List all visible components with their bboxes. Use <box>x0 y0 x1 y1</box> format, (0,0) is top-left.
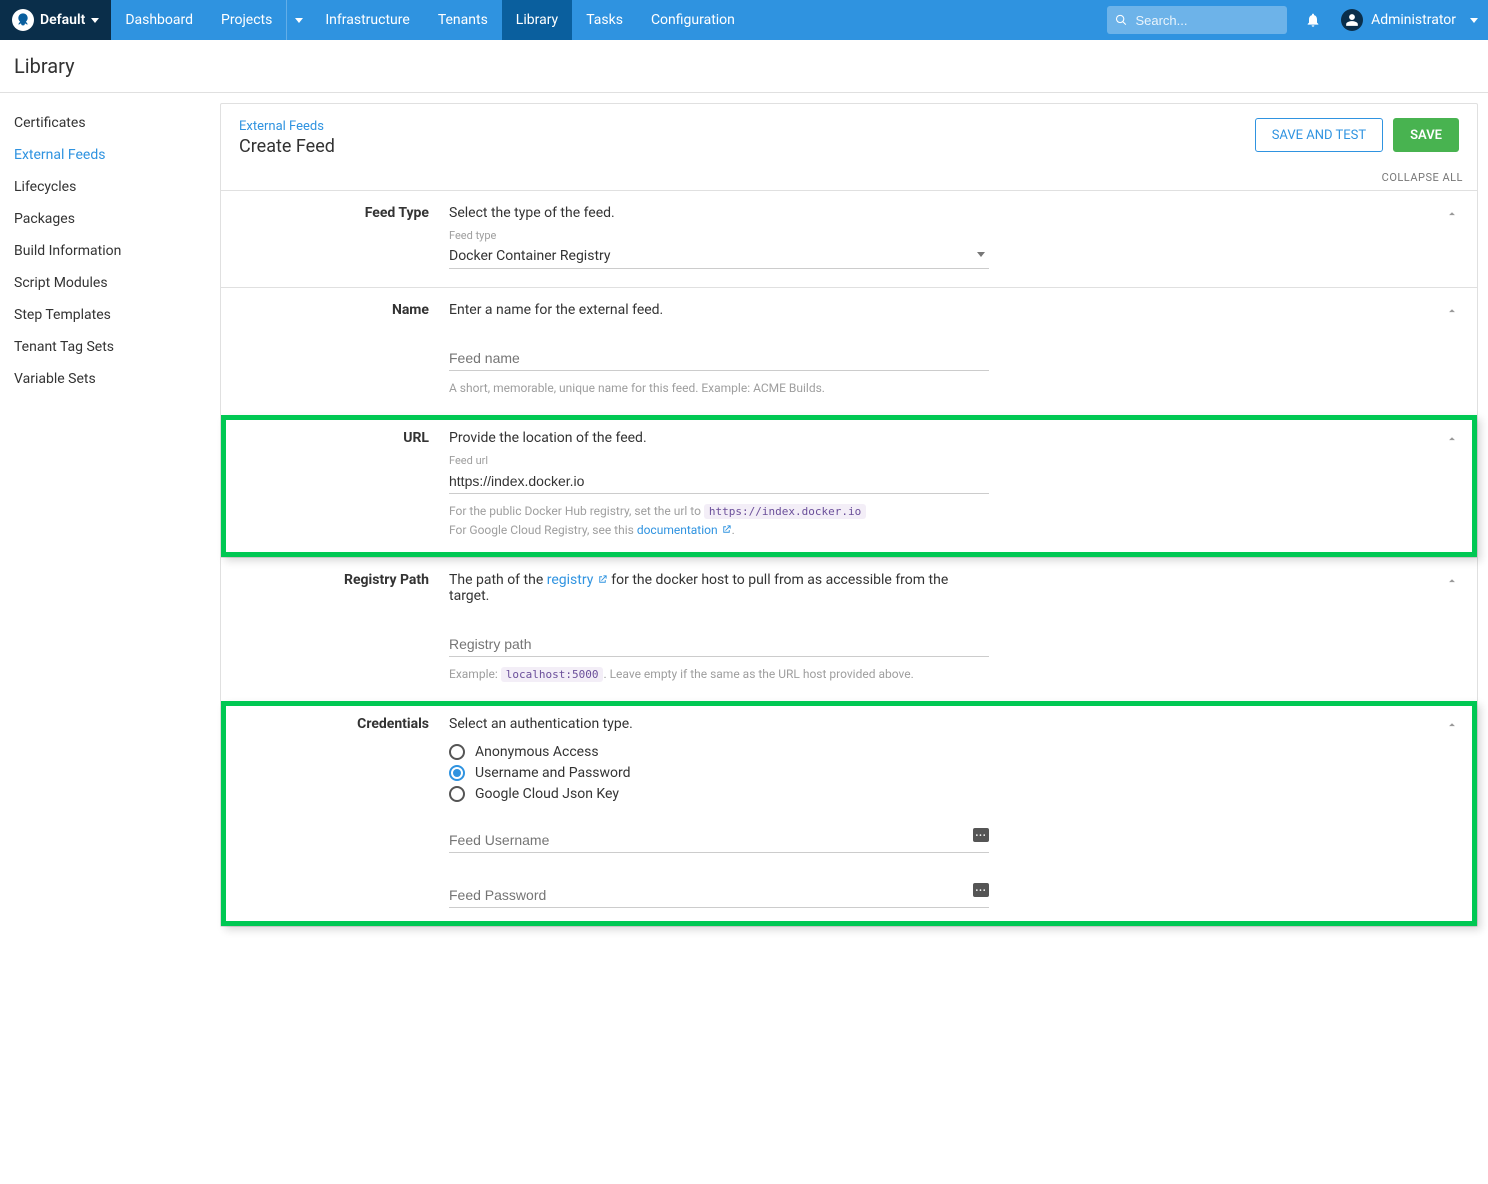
caret-down-icon <box>91 18 99 23</box>
save-and-test-button[interactable]: SAVE AND TEST <box>1255 118 1383 152</box>
nav-items: Dashboard Projects Infrastructure Tenant… <box>111 0 749 40</box>
radio-anonymous[interactable]: Anonymous Access <box>449 744 989 760</box>
section-desc: Enter a name for the external feed. <box>449 302 989 318</box>
section-url: URL Provide the location of the feed. Fe… <box>221 415 1477 557</box>
radio-icon <box>449 744 465 760</box>
feed-type-select[interactable]: Docker Container Registry <box>449 242 989 269</box>
sidebar-item-step-templates[interactable]: Step Templates <box>14 299 220 331</box>
feed-url-input[interactable] <box>449 467 989 494</box>
sidebar-item-lifecycles[interactable]: Lifecycles <box>14 171 220 203</box>
section-heading: Registry Path <box>239 572 449 684</box>
notifications-button[interactable] <box>1295 0 1331 40</box>
section-registry-path: Registry Path The path of the registry f… <box>221 557 1477 702</box>
search-icon <box>1115 13 1127 27</box>
section-heading: Feed Type <box>239 205 449 269</box>
collapse-all-button[interactable]: COLLAPSE ALL <box>221 167 1477 190</box>
octopus-logo-icon <box>12 9 34 31</box>
chevron-up-icon <box>1445 432 1459 446</box>
section-desc: Select the type of the feed. <box>449 205 989 221</box>
space-name: Default <box>40 12 85 28</box>
feed-name-input[interactable] <box>449 344 989 371</box>
nav-item-configuration[interactable]: Configuration <box>637 0 749 40</box>
external-link-icon <box>597 574 608 585</box>
caret-down-icon <box>977 252 985 257</box>
help-text: Example: localhost:5000. Leave empty if … <box>449 665 989 684</box>
section-heading: Name <box>239 302 449 397</box>
card-title: Create Feed <box>239 136 335 157</box>
section-credentials: Credentials Select an authentication typ… <box>221 701 1477 926</box>
section-desc: Provide the location of the feed. <box>449 430 989 446</box>
external-link-icon <box>721 524 732 535</box>
collapse-section-toggle[interactable] <box>1445 432 1459 450</box>
user-menu[interactable]: Administrator <box>1331 0 1488 40</box>
radio-google-json-key[interactable]: Google Cloud Json Key <box>449 786 989 802</box>
caret-down-icon <box>1470 18 1478 23</box>
nav-item-dashboard[interactable]: Dashboard <box>111 0 207 40</box>
radio-icon <box>449 765 465 781</box>
save-button[interactable]: SAVE <box>1393 118 1459 152</box>
section-name: Name Enter a name for the external feed.… <box>221 287 1477 415</box>
sidebar-item-build-information[interactable]: Build Information <box>14 235 220 267</box>
chevron-up-icon <box>1445 718 1459 732</box>
bell-icon <box>1305 12 1321 28</box>
chevron-up-icon <box>1445 304 1459 318</box>
nav-item-projects[interactable]: Projects <box>207 0 286 40</box>
user-label: Administrator <box>1371 12 1456 28</box>
collapse-section-toggle[interactable] <box>1445 718 1459 736</box>
radio-label: Google Cloud Json Key <box>475 786 619 802</box>
search-box[interactable] <box>1107 6 1287 34</box>
nav-item-tenants[interactable]: Tenants <box>424 0 502 40</box>
sidebar-item-external-feeds[interactable]: External Feeds <box>14 139 220 171</box>
section-desc: Select an authentication type. <box>449 716 989 732</box>
sidebar: Certificates External Feeds Lifecycles P… <box>0 93 220 967</box>
help-text: A short, memorable, unique name for this… <box>449 379 989 397</box>
search-input[interactable] <box>1133 12 1279 29</box>
registry-path-input[interactable] <box>449 630 989 657</box>
top-nav: Default Dashboard Projects Infrastructur… <box>0 0 1488 40</box>
code-snippet: https://index.docker.io <box>704 504 866 519</box>
caret-down-icon <box>295 18 303 23</box>
page-title: Library <box>0 40 1488 93</box>
radio-icon <box>449 786 465 802</box>
nav-item-projects-more[interactable] <box>286 0 311 40</box>
field-label: Feed url <box>449 454 989 467</box>
section-heading: URL <box>239 430 449 539</box>
breadcrumb-link[interactable]: External Feeds <box>239 119 324 134</box>
sidebar-item-certificates[interactable]: Certificates <box>14 107 220 139</box>
help-text: For the public Docker Hub registry, set … <box>449 502 989 539</box>
collapse-section-toggle[interactable] <box>1445 304 1459 322</box>
user-icon <box>1345 13 1359 27</box>
sidebar-item-variable-sets[interactable]: Variable Sets <box>14 363 220 395</box>
chevron-up-icon <box>1445 574 1459 588</box>
space-switcher[interactable]: Default <box>0 0 111 40</box>
nav-item-tasks[interactable]: Tasks <box>572 0 637 40</box>
chevron-up-icon <box>1445 207 1459 221</box>
section-desc: The path of the registry for the docker … <box>449 572 989 604</box>
sidebar-item-script-modules[interactable]: Script Modules <box>14 267 220 299</box>
nav-item-library[interactable]: Library <box>502 0 572 40</box>
sidebar-item-packages[interactable]: Packages <box>14 203 220 235</box>
collapse-section-toggle[interactable] <box>1445 207 1459 225</box>
field-label: Feed type <box>449 229 989 242</box>
documentation-link[interactable]: documentation <box>637 523 732 537</box>
avatar <box>1341 9 1363 31</box>
variable-binding-icon[interactable]: ••• <box>973 828 989 842</box>
radio-label: Username and Password <box>475 765 631 781</box>
nav-item-infrastructure[interactable]: Infrastructure <box>311 0 423 40</box>
breadcrumb: External Feeds <box>239 118 335 134</box>
feed-username-input[interactable] <box>449 826 989 853</box>
sidebar-item-tenant-tag-sets[interactable]: Tenant Tag Sets <box>14 331 220 363</box>
feed-password-input[interactable] <box>449 881 989 908</box>
create-feed-card: External Feeds Create Feed SAVE AND TEST… <box>220 103 1478 927</box>
radio-username-password[interactable]: Username and Password <box>449 765 989 781</box>
collapse-section-toggle[interactable] <box>1445 574 1459 592</box>
section-feed-type: Feed Type Select the type of the feed. F… <box>221 190 1477 287</box>
radio-label: Anonymous Access <box>475 744 599 760</box>
variable-binding-icon[interactable]: ••• <box>973 883 989 897</box>
registry-link[interactable]: registry <box>547 572 608 588</box>
code-snippet: localhost:5000 <box>501 667 604 682</box>
section-heading: Credentials <box>239 716 449 908</box>
